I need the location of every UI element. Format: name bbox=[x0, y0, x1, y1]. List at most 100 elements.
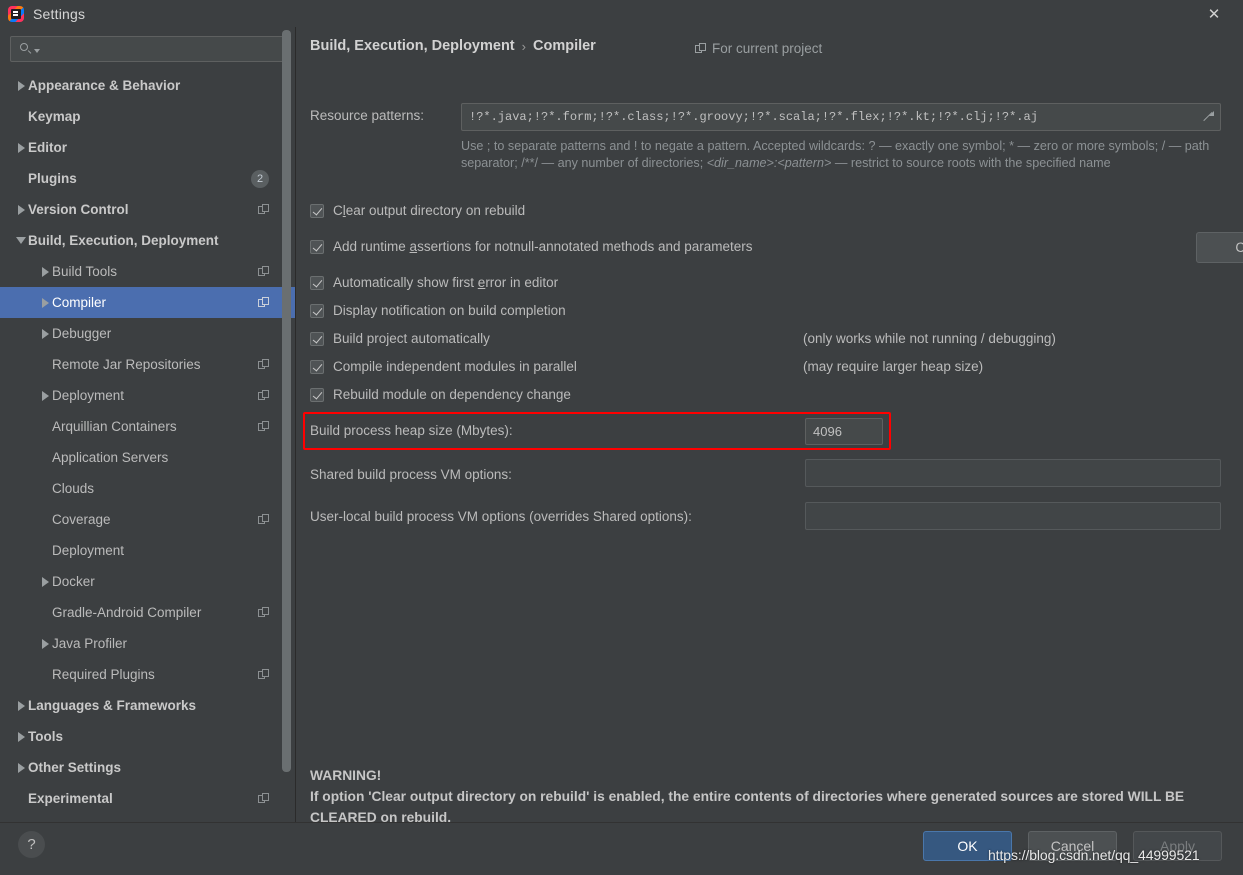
project-scope-icon bbox=[258, 669, 269, 680]
checkbox-label-pre: Automatically show first bbox=[333, 275, 478, 290]
checkbox-indicator[interactable] bbox=[310, 359, 324, 374]
sidebar-item-label: Debugger bbox=[52, 326, 112, 341]
checkbox-label-pre: C bbox=[333, 203, 343, 218]
sidebar-item-arquillian-containers[interactable]: Arquillian Containers bbox=[0, 411, 295, 442]
chevron-right-icon[interactable] bbox=[14, 732, 28, 742]
sidebar-item-label: Remote Jar Repositories bbox=[52, 357, 201, 372]
sidebar-item-other-settings[interactable]: Other Settings bbox=[0, 752, 295, 783]
sidebar-item-gradle-android-compiler[interactable]: Gradle-Android Compiler bbox=[0, 597, 295, 628]
checkbox-indicator[interactable] bbox=[310, 303, 324, 318]
sidebar-item-label: Version Control bbox=[28, 202, 129, 217]
chevron-right-icon[interactable] bbox=[14, 205, 28, 215]
checkbox-clear-output-directory-on[interactable]: Clear output directory on rebuild bbox=[310, 203, 525, 218]
chevron-right-icon[interactable] bbox=[38, 298, 52, 308]
checkbox-automatically-show-first-error[interactable]: Automatically show first error in editor bbox=[310, 275, 558, 290]
sidebar-item-label: Languages & Frameworks bbox=[28, 698, 197, 713]
sidebar-item-languages-frameworks[interactable]: Languages & Frameworks bbox=[0, 690, 295, 721]
sidebar-item-deployment[interactable]: Deployment bbox=[0, 380, 295, 411]
checkbox-rebuild-module-on-dependency[interactable]: Rebuild module on dependency change bbox=[310, 387, 571, 402]
checkbox-indicator[interactable] bbox=[310, 203, 324, 218]
checkbox-label: Add runtime assertions for notnull-annot… bbox=[333, 239, 753, 254]
checkbox-display-notification-on-build[interactable]: Display notification on build completion bbox=[310, 303, 566, 318]
shared-vm-options-input[interactable] bbox=[805, 459, 1221, 487]
project-scope-icon bbox=[695, 43, 706, 54]
checkbox-indicator[interactable] bbox=[310, 239, 324, 254]
search-area bbox=[0, 27, 295, 68]
sidebar-item-plugins[interactable]: Plugins 2 bbox=[0, 163, 295, 194]
expand-arrow-icon[interactable] bbox=[1196, 104, 1220, 130]
warning-body: If option 'Clear output directory on reb… bbox=[310, 789, 1185, 822]
warning-title: WARNING! bbox=[310, 768, 382, 783]
note-parallel-modules: (may require larger heap size) bbox=[803, 359, 984, 374]
sidebar-item-coverage[interactable]: Coverage bbox=[0, 504, 295, 535]
sidebar-item-keymap[interactable]: Keymap bbox=[0, 101, 295, 132]
sidebar-item-label: Clouds bbox=[52, 481, 95, 496]
search-input[interactable] bbox=[40, 41, 284, 57]
shared-vm-options-label: Shared build process VM options: bbox=[310, 467, 512, 482]
resource-patterns-value[interactable]: !?*.java;!?*.form;!?*.class;!?*.groovy;!… bbox=[462, 110, 1196, 124]
sidebar-item-build-tools[interactable]: Build Tools bbox=[0, 256, 295, 287]
checkbox-compile-independent-modules-in[interactable]: Compile independent modules in parallel bbox=[310, 359, 577, 374]
sidebar-item-java-profiler[interactable]: Java Profiler bbox=[0, 628, 295, 659]
sidebar-item-debugger[interactable]: Debugger bbox=[0, 318, 295, 349]
search-box[interactable] bbox=[10, 36, 285, 62]
checkbox-indicator[interactable] bbox=[310, 387, 324, 402]
checkbox-indicator[interactable] bbox=[310, 275, 324, 290]
chevron-right-icon[interactable] bbox=[14, 81, 28, 91]
sidebar-item-compiler[interactable]: Compiler bbox=[0, 287, 295, 318]
sidebar-item-appearance-behavior[interactable]: Appearance & Behavior bbox=[0, 70, 295, 101]
chevron-right-icon[interactable] bbox=[38, 267, 52, 277]
sidebar-scrollbar[interactable] bbox=[282, 30, 291, 772]
chevron-right-icon[interactable] bbox=[14, 763, 28, 773]
chevron-right-icon[interactable] bbox=[14, 143, 28, 153]
chevron-down-icon[interactable] bbox=[14, 237, 28, 244]
chevron-right-icon[interactable] bbox=[14, 701, 28, 711]
breadcrumb-separator: › bbox=[521, 38, 526, 54]
plugins-count-badge: 2 bbox=[251, 169, 269, 188]
sidebar-item-label: Deployment bbox=[52, 388, 125, 403]
chevron-right-icon[interactable] bbox=[38, 391, 52, 401]
settings-tree: Appearance & Behavior Keymap Editor Plugins… bbox=[0, 70, 295, 822]
breadcrumb-parent[interactable]: Build, Execution, Deployment bbox=[310, 38, 515, 54]
sidebar-item-experimental[interactable]: Experimental bbox=[0, 783, 295, 814]
help-button[interactable]: ? bbox=[18, 831, 45, 858]
checkbox-label-pre: Compile independent modules in parallel bbox=[333, 359, 577, 374]
checkbox-indicator[interactable] bbox=[310, 331, 324, 346]
configure-annotations-button[interactable]: Configure annotations... bbox=[1196, 232, 1243, 263]
heap-size-input[interactable]: 4096 bbox=[805, 418, 883, 445]
sidebar-item-clouds[interactable]: Clouds bbox=[0, 473, 295, 504]
sidebar-item-label: Experimental bbox=[28, 791, 113, 806]
sidebar-item-label: Build, Execution, Deployment bbox=[28, 233, 219, 248]
breadcrumb: Build, Execution, Deployment › Compiler bbox=[310, 38, 596, 54]
close-icon[interactable]: ✕ bbox=[1197, 0, 1231, 27]
sidebar-item-deployment[interactable]: Deployment bbox=[0, 535, 295, 566]
checkbox-build-project-automatically[interactable]: Build project automatically bbox=[310, 331, 490, 346]
sidebar-item-editor[interactable]: Editor bbox=[0, 132, 295, 163]
sidebar-item-tools[interactable]: Tools bbox=[0, 721, 295, 752]
checkbox-add-runtime-assertions-for[interactable]: Add runtime assertions for notnull-annot… bbox=[310, 239, 753, 254]
project-scope-icon bbox=[258, 390, 269, 401]
sidebar-item-version-control[interactable]: Version Control bbox=[0, 194, 295, 225]
chevron-right-icon[interactable] bbox=[38, 577, 52, 587]
sidebar-item-docker[interactable]: Docker bbox=[0, 566, 295, 597]
sidebar-item-label: Java Profiler bbox=[52, 636, 128, 651]
sidebar-item-remote-jar-repositories[interactable]: Remote Jar Repositories bbox=[0, 349, 295, 380]
chevron-right-icon[interactable] bbox=[38, 329, 52, 339]
checkbox-label-mnemonic: a bbox=[409, 239, 418, 254]
user-local-vm-options-input[interactable] bbox=[805, 502, 1221, 530]
checkbox-label: Compile independent modules in parallel bbox=[333, 359, 577, 374]
search-icon bbox=[20, 42, 33, 56]
compiler-settings-panel: Build, Execution, Deployment › Compiler … bbox=[297, 27, 1243, 822]
sidebar-item-build-execution-deployment[interactable]: Build, Execution, Deployment bbox=[0, 225, 295, 256]
checkbox-label-pre: Display notification on build completion bbox=[333, 303, 566, 318]
checkbox-label: Display notification on build completion bbox=[333, 303, 566, 318]
window-title: Settings bbox=[33, 5, 86, 22]
sidebar-item-application-servers[interactable]: Application Servers bbox=[0, 442, 295, 473]
checkbox-label: Build project automatically bbox=[333, 331, 490, 346]
sidebar-item-required-plugins[interactable]: Required Plugins bbox=[0, 659, 295, 690]
chevron-right-icon[interactable] bbox=[38, 639, 52, 649]
note-build-automatically: (only works while not running / debuggin… bbox=[803, 331, 1056, 346]
resource-patterns-field[interactable]: !?*.java;!?*.form;!?*.class;!?*.groovy;!… bbox=[461, 103, 1221, 131]
project-scope-icon bbox=[258, 607, 269, 618]
sidebar-item-label: Compiler bbox=[52, 295, 107, 310]
